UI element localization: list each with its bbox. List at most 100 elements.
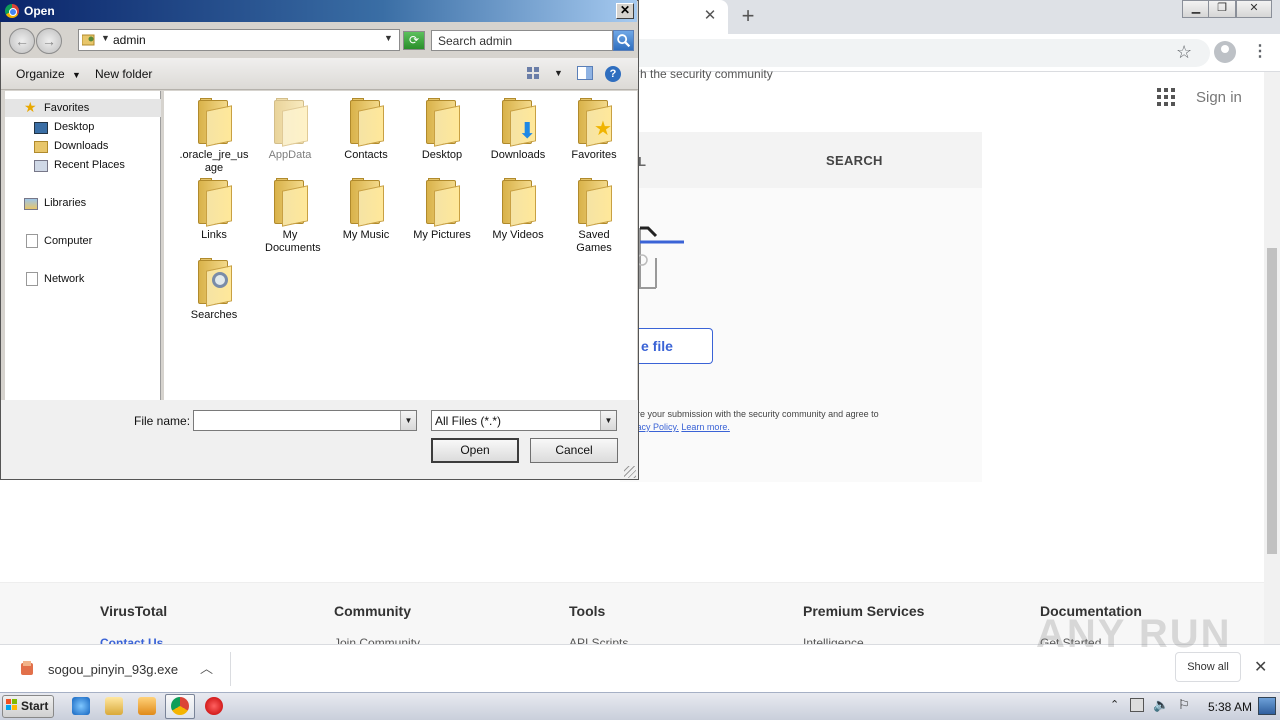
folder-my-videos[interactable]: My Videos — [482, 178, 554, 242]
address-dropdown-icon[interactable]: ▼ — [384, 33, 393, 43]
breadcrumb-admin[interactable]: admin — [113, 33, 146, 47]
footer-link-intelligence[interactable]: Intelligence — [803, 636, 864, 644]
file-name-dropdown-icon[interactable]: ▼ — [400, 411, 416, 430]
tab-search[interactable]: SEARCH — [826, 153, 883, 168]
bookmark-star-icon[interactable]: ☆ — [1176, 42, 1192, 63]
chrome-icon[interactable] — [171, 697, 189, 715]
taskbar-clock[interactable]: 5:38 AM — [1208, 700, 1252, 714]
resize-grip[interactable] — [624, 466, 636, 478]
page-scroll-thumb[interactable] — [1267, 248, 1277, 554]
chrome-icon — [5, 4, 19, 18]
volume-tray-icon[interactable]: 🔈 — [1153, 697, 1169, 713]
folder-contacts[interactable]: Contacts — [330, 98, 402, 162]
folder-links[interactable]: Links — [178, 178, 250, 242]
learn-more-link[interactable]: Learn more. — [681, 422, 730, 432]
privacy-policy-link[interactable]: vacy Policy. — [632, 422, 679, 432]
folder-label: .oracle_jre_usage — [179, 149, 249, 174]
internet-explorer-icon[interactable] — [72, 697, 90, 715]
folder-icon — [270, 178, 310, 227]
sign-in-link[interactable]: Sign in — [1196, 89, 1242, 106]
folder-downloads[interactable]: ⬇ Downloads — [482, 98, 554, 162]
forward-arrow-icon[interactable]: → — [36, 28, 62, 54]
folder-label: Links — [201, 229, 227, 241]
tray-expand-icon[interactable]: ⌃ — [1110, 698, 1119, 711]
action-center-flag-icon[interactable]: ⚐ — [1178, 697, 1190, 713]
footer-heading-virustotal: VirusTotal — [100, 603, 168, 619]
folder-label: My Pictures — [413, 229, 471, 241]
file-name-input[interactable] — [193, 410, 417, 431]
libraries-icon — [24, 198, 38, 210]
preview-pane-icon[interactable] — [577, 66, 593, 80]
change-view-icon[interactable] — [527, 67, 541, 81]
search-input[interactable]: Search admin — [431, 30, 613, 51]
restore-button[interactable]: ❐ — [1208, 0, 1236, 18]
opera-icon[interactable] — [205, 697, 223, 715]
help-icon[interactable]: ? — [605, 66, 621, 82]
minimize-button[interactable]: ▁ — [1182, 0, 1210, 18]
nav-computer[interactable]: Computer — [44, 235, 92, 247]
tab-close-icon[interactable]: ✕ — [702, 8, 718, 24]
show-desktop-icon[interactable] — [1258, 697, 1276, 715]
folder-desktop[interactable]: Desktop — [406, 98, 478, 162]
download-separator — [230, 652, 231, 686]
folder-icon — [194, 258, 234, 307]
refresh-icon[interactable]: ⟳ — [403, 31, 425, 50]
new-folder-button[interactable]: New folder — [95, 67, 152, 81]
dialog-close-button[interactable]: ✕ — [616, 3, 634, 19]
folder-my-documents[interactable]: My Documents — [254, 178, 326, 255]
organize-button[interactable]: Organize ▼ — [16, 67, 81, 81]
search-icon[interactable] — [613, 30, 634, 51]
open-button[interactable]: Open — [431, 438, 519, 463]
browser-menu-icon[interactable]: ⋮ — [1252, 41, 1268, 61]
footer-link-contact[interactable]: Contact Us — [100, 636, 163, 644]
star-icon: ★ — [594, 118, 612, 140]
dialog-title: Open — [24, 4, 55, 18]
apps-grid-icon[interactable] — [1157, 88, 1175, 106]
folder-icon — [422, 98, 462, 147]
folder-appdata[interactable]: AppData — [254, 98, 326, 162]
chevron-up-icon[interactable]: ︿ — [200, 658, 213, 677]
nav-libraries[interactable]: Libraries — [44, 197, 86, 209]
address-bar[interactable] — [560, 39, 1210, 67]
new-tab-icon[interactable]: + — [738, 5, 758, 27]
media-player-icon[interactable] — [138, 697, 156, 715]
folder-favorites[interactable]: ★ Favorites — [558, 98, 630, 162]
organize-label: Organize — [16, 67, 65, 81]
show-all-button[interactable]: Show all — [1175, 652, 1241, 682]
nav-favorites[interactable]: Favorites — [44, 102, 89, 114]
magnifier-icon — [212, 272, 228, 288]
folder-oracle-jre-usage[interactable]: .oracle_jre_usage — [178, 98, 250, 175]
nav-recent-places[interactable]: Recent Places — [54, 159, 125, 171]
file-type-select[interactable]: All Files (*.*) — [431, 410, 617, 431]
folder-my-music[interactable]: My Music — [330, 178, 402, 242]
folder-label: My Videos — [492, 229, 544, 241]
nav-downloads[interactable]: Downloads — [54, 140, 108, 152]
windows-logo-icon — [6, 699, 17, 710]
profile-avatar-icon[interactable] — [1214, 41, 1236, 63]
footer-link-join-community[interactable]: Join Community — [334, 636, 420, 644]
file-type-dropdown-icon[interactable]: ▼ — [600, 411, 616, 430]
folder-my-pictures[interactable]: My Pictures — [406, 178, 478, 242]
explorer-folder-icon[interactable] — [105, 697, 123, 715]
folder-label: Downloads — [490, 149, 546, 161]
tab-file[interactable]: L — [638, 154, 646, 169]
folder-saved-games[interactable]: Saved Games — [558, 178, 630, 255]
nav-desktop[interactable]: Desktop — [54, 121, 94, 133]
window-close-button[interactable]: ✕ — [1236, 0, 1272, 18]
cancel-button[interactable]: Cancel — [530, 438, 618, 463]
view-options-dropdown-icon[interactable]: ▼ — [554, 68, 563, 78]
breadcrumb-arrow-icon[interactable]: ▼ — [101, 33, 110, 43]
file-upload-icon — [636, 226, 684, 289]
close-icon[interactable]: ✕ — [1254, 657, 1267, 677]
chevron-down-icon: ▼ — [72, 70, 81, 80]
folder-searches[interactable]: Searches — [178, 258, 250, 322]
footer-heading-premium: Premium Services — [803, 603, 925, 619]
dialog-titlebar[interactable] — [0, 0, 637, 22]
footer-link-api-scripts[interactable]: API Scripts — [569, 636, 628, 644]
network-tray-icon[interactable] — [1130, 698, 1144, 712]
nav-network[interactable]: Network — [44, 273, 84, 285]
back-arrow-icon[interactable]: ← — [9, 28, 35, 54]
folder-icon: ★ — [574, 98, 614, 147]
installer-file-icon — [21, 661, 33, 675]
download-filename[interactable]: sogou_pinyin_93g.exe — [48, 662, 178, 677]
